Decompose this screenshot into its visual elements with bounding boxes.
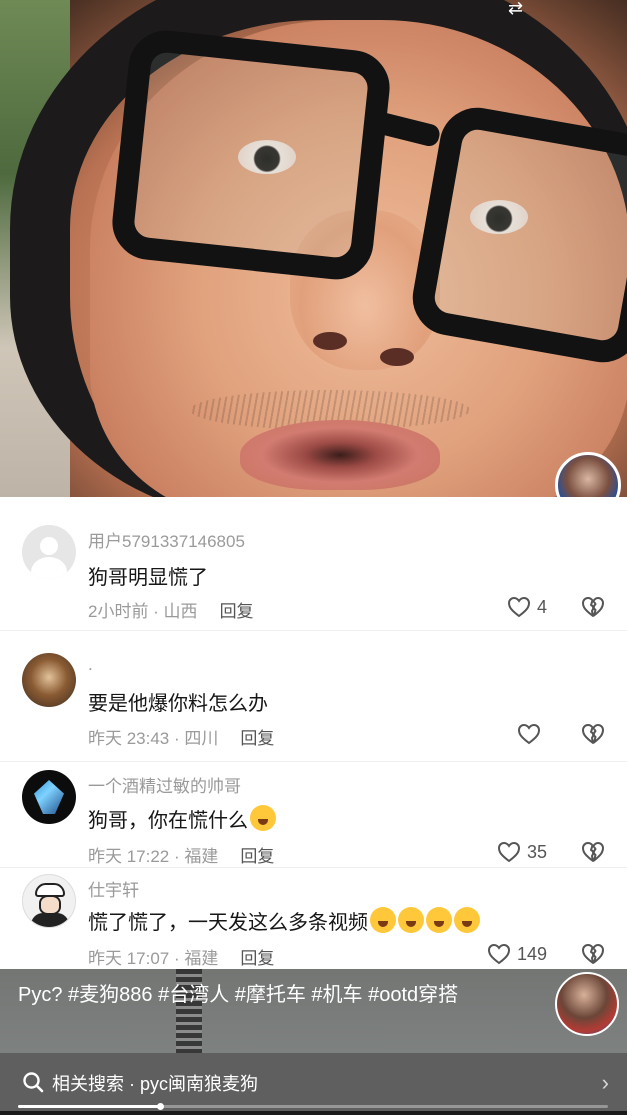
comment-username[interactable]: .	[88, 655, 93, 675]
video-progress-bar[interactable]	[18, 1103, 608, 1110]
broken-heart-icon	[582, 597, 604, 617]
comment-item: 用户5791337146805 狗哥明显慌了 2小时前 · 山西 回复 4	[0, 497, 627, 630]
sweat-smile-emoji-icon	[250, 805, 276, 831]
like-count: 4	[536, 596, 547, 617]
comment-text-content: 慌了慌了，一天发这么多条视频	[88, 912, 368, 934]
comment-meta: 昨天 23:43 · 四川 回复	[88, 724, 274, 749]
comment-text: 狗哥明显慌了	[88, 567, 208, 589]
broken-heart-icon	[582, 944, 604, 964]
comment-username[interactable]: 用户5791337146805	[88, 527, 245, 552]
user-avatar[interactable]	[22, 653, 76, 707]
chevron-right-icon[interactable]: ›	[602, 1070, 609, 1096]
progress-handle[interactable]	[156, 1103, 164, 1110]
like-button[interactable]: 149	[487, 943, 547, 965]
like-count: 35	[526, 841, 547, 862]
comment-time-location: 昨天 23:43 · 四川	[88, 729, 219, 748]
like-button[interactable]: 4	[507, 596, 547, 618]
broken-heart-icon	[582, 842, 604, 862]
comment-text: 慌了慌了，一天发这么多条视频	[88, 906, 480, 935]
dislike-button[interactable]	[581, 943, 605, 965]
yawning-face-emoji-icon	[398, 907, 424, 933]
yawning-face-emoji-icon	[454, 907, 480, 933]
comment-username[interactable]: 一个酒精过敏的帅哥	[88, 772, 241, 797]
search-icon	[23, 1072, 44, 1093]
like-button[interactable]	[517, 723, 547, 745]
comment-time-location: 昨天 17:22 · 福建	[88, 847, 219, 866]
reply-button[interactable]: 回复	[240, 949, 274, 968]
comment-item: . 要是他爆你料怎么办 昨天 23:43 · 四川 回复	[0, 631, 627, 761]
comment-text-content: 狗哥，你在慌什么	[88, 810, 248, 832]
user-avatar[interactable]	[22, 770, 76, 824]
comment-username[interactable]: 仕宇轩	[88, 876, 139, 901]
video-mouth	[240, 420, 440, 490]
video-nostril-right	[380, 348, 414, 366]
like-button[interactable]: 35	[497, 841, 547, 863]
like-count: 149	[516, 943, 547, 964]
yawning-face-emoji-icon	[370, 907, 396, 933]
reply-button[interactable]: 回复	[240, 847, 274, 866]
video-caption[interactable]: Pyc? #麦狗886 #台湾人 #摩托车 #机车 #ootd穿搭	[18, 981, 518, 1009]
comment-meta: 昨天 17:07 · 福建 回复	[88, 944, 274, 969]
comment-item: 仕宇轩 慌了慌了，一天发这么多条视频 昨天 17:07 · 福建 回复 149	[0, 868, 627, 969]
caption-panel: Pyc? #麦狗886 #台湾人 #摩托车 #机车 #ootd穿搭	[0, 969, 627, 1115]
video-glasses-right	[406, 101, 627, 369]
comment-time-location: 昨天 17:07 · 福建	[88, 949, 219, 968]
yawning-face-emoji-icon	[426, 907, 452, 933]
comment-list[interactable]: 用户5791337146805 狗哥明显慌了 2小时前 · 山西 回复 4 . 要…	[0, 497, 627, 969]
swap-icon[interactable]: ⇄	[508, 0, 530, 17]
comment-meta: 昨天 17:22 · 福建 回复	[88, 842, 274, 867]
bottom-strip	[0, 1111, 627, 1115]
video-nostril-left	[313, 332, 347, 350]
video-glasses-left	[108, 26, 394, 284]
user-avatar[interactable]	[22, 874, 76, 928]
video-player[interactable]: ⇄	[0, 0, 627, 497]
dislike-button[interactable]	[581, 723, 605, 745]
reply-button[interactable]: 回复	[240, 729, 274, 748]
broken-heart-icon	[582, 724, 604, 744]
heart-icon	[497, 841, 520, 863]
reply-button[interactable]: 回复	[220, 602, 254, 621]
comment-text: 要是他爆你料怎么办	[88, 693, 268, 715]
comment-meta: 2小时前 · 山西 回复	[88, 597, 254, 622]
user-avatar[interactable]	[22, 525, 76, 579]
related-search-bar[interactable]: 相关搜索 · pyc闽南狼麦狗 ›	[0, 1053, 627, 1111]
comment-text: 狗哥，你在慌什么	[88, 804, 276, 833]
dislike-button[interactable]	[581, 841, 605, 863]
comment-item: 一个酒精过敏的帅哥 狗哥，你在慌什么 昨天 17:22 · 福建 回复 35	[0, 762, 627, 867]
comment-time-location: 2小时前 · 山西	[88, 602, 198, 621]
heart-icon	[517, 723, 541, 745]
progress-fill	[18, 1105, 160, 1108]
dislike-button[interactable]	[581, 596, 605, 618]
related-search-label[interactable]: 相关搜索 · pyc闽南狼麦狗	[52, 1070, 258, 1096]
heart-icon	[507, 596, 530, 618]
music-avatar[interactable]	[555, 972, 619, 1036]
heart-icon	[487, 943, 510, 965]
